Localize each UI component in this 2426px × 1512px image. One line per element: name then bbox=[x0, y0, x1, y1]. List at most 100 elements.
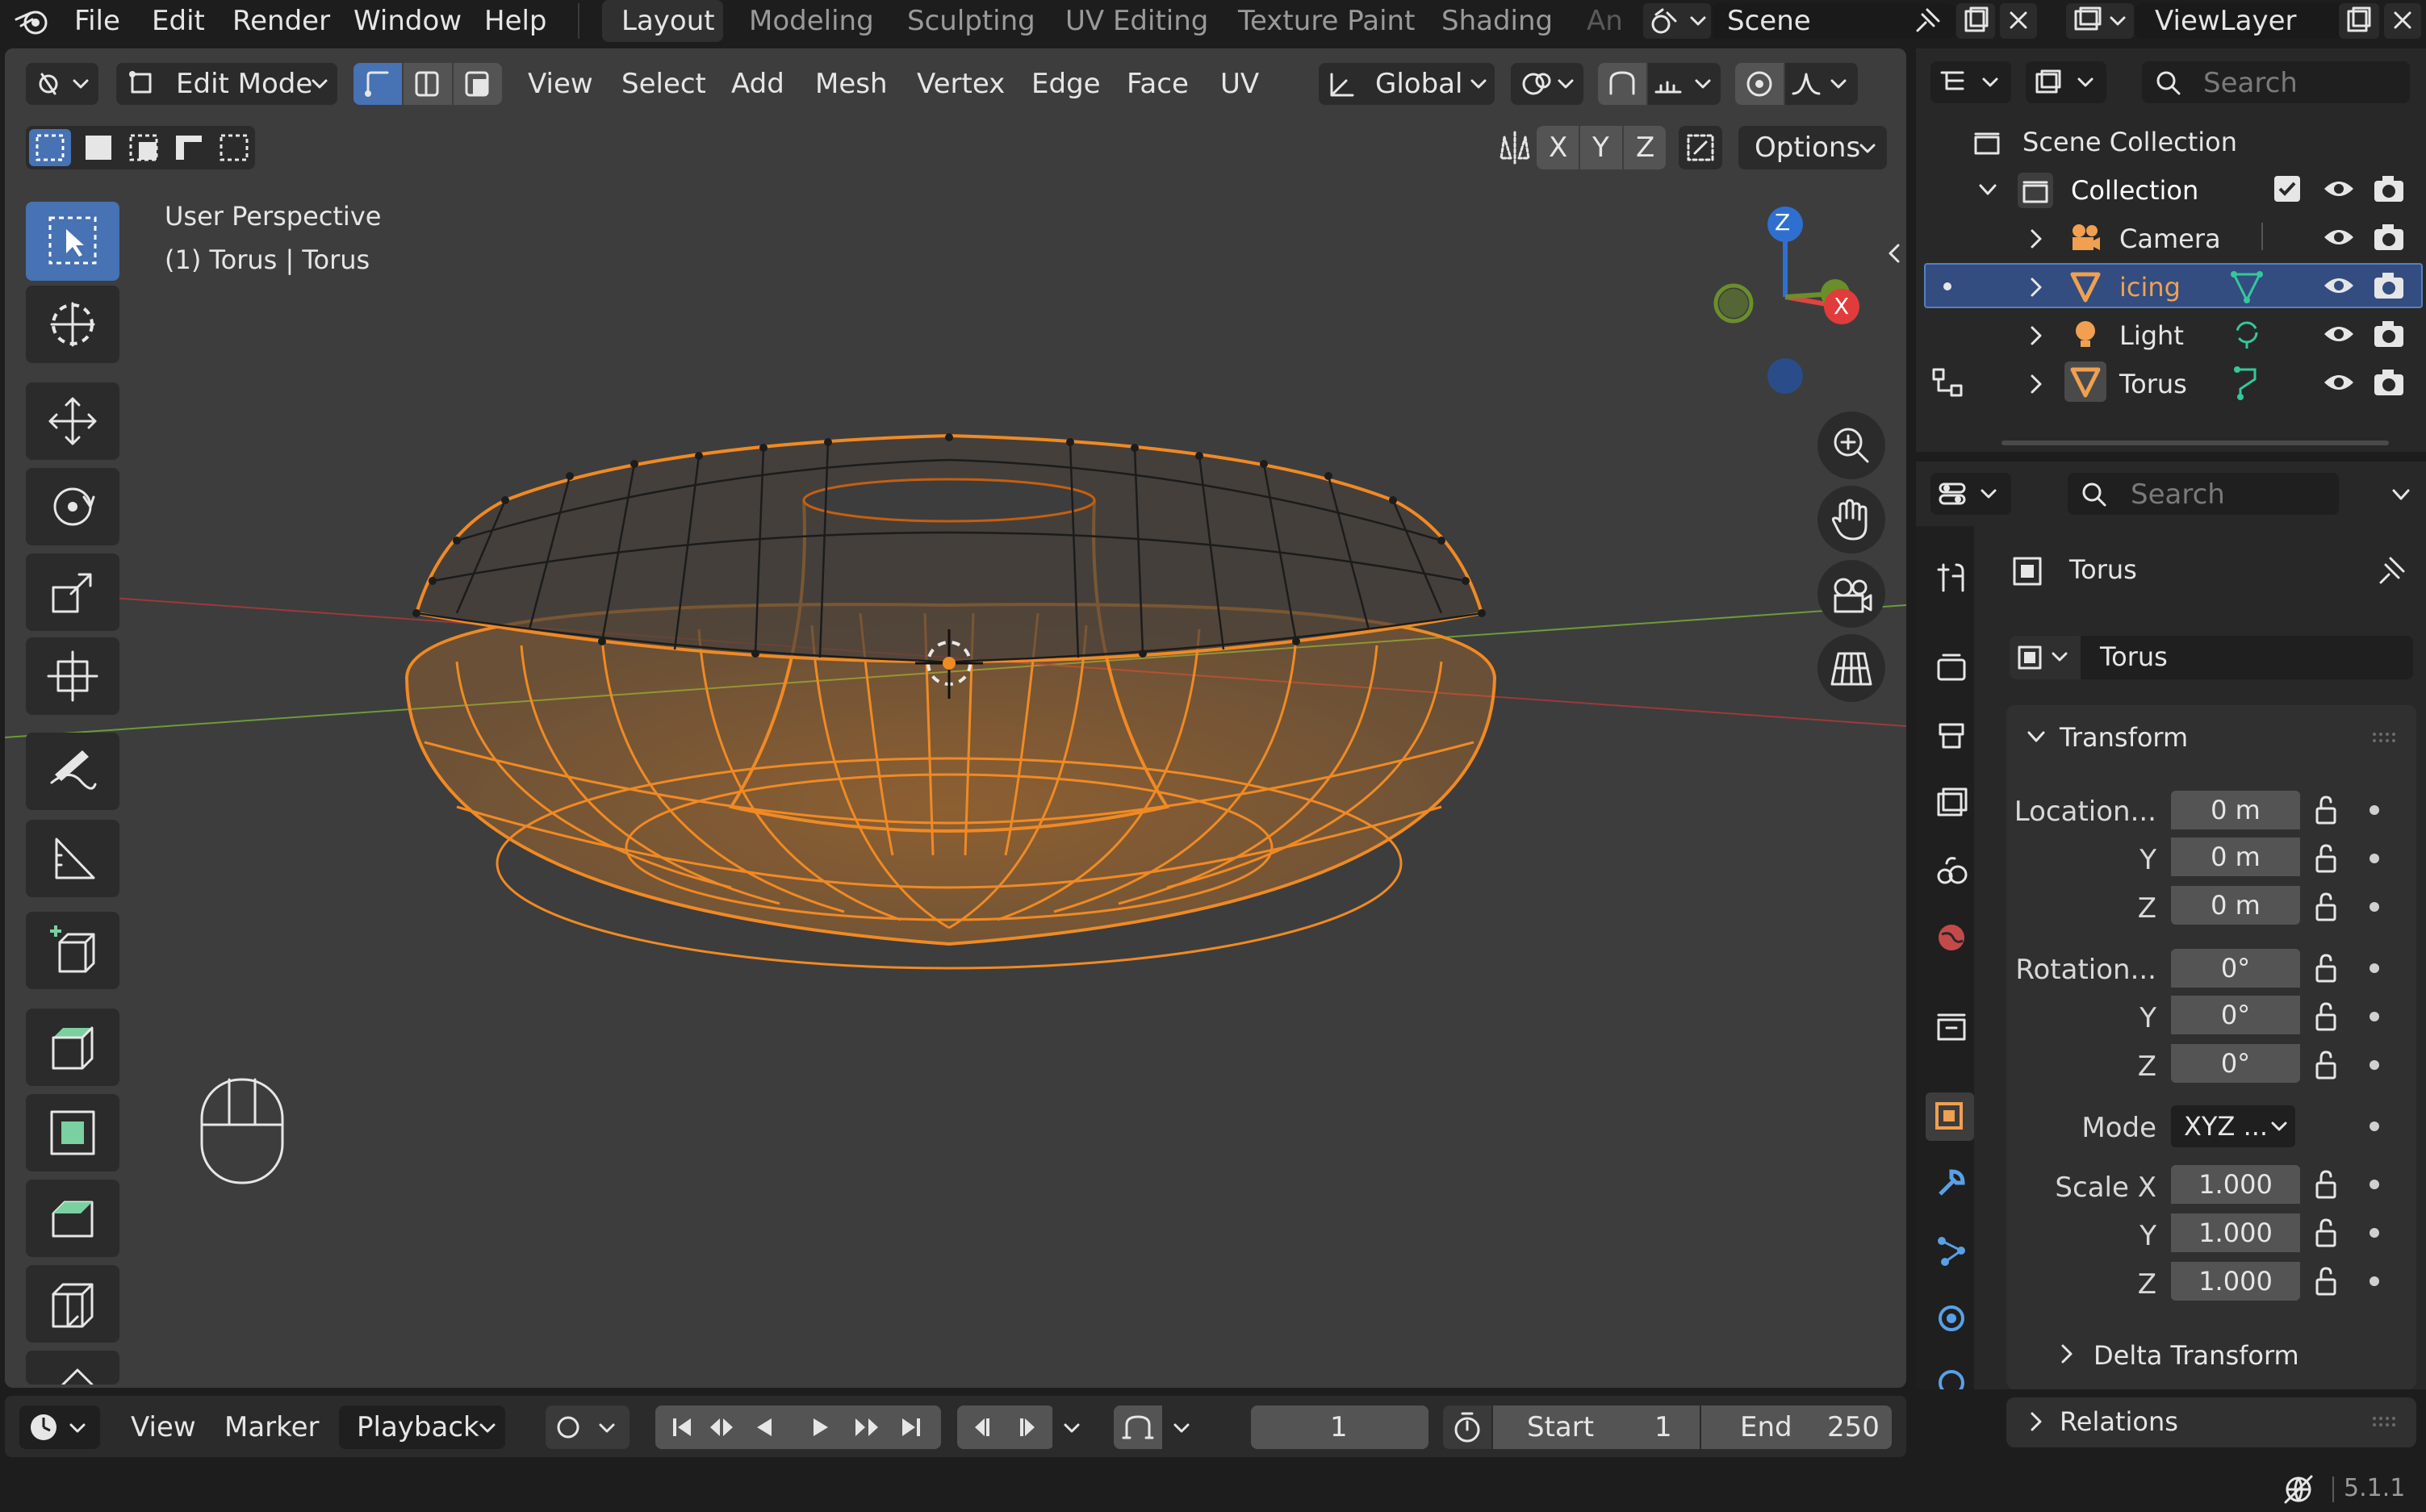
view-layer-tab-icon[interactable] bbox=[1934, 784, 1969, 820]
tool-extrude[interactable] bbox=[26, 1009, 119, 1086]
torus-mesh-data-icon[interactable] bbox=[2229, 365, 2265, 400]
zoom-button[interactable] bbox=[1817, 411, 1885, 479]
relations-expand-icon[interactable] bbox=[2026, 1410, 2045, 1433]
scale-y-field[interactable]: 1.000 bbox=[2171, 1213, 2300, 1252]
tab-animation[interactable]: An bbox=[1587, 7, 1623, 35]
torus-render-icon[interactable] bbox=[2371, 365, 2407, 400]
expand-light-icon[interactable] bbox=[2026, 324, 2045, 347]
tab-sculpting[interactable]: Sculpting bbox=[907, 7, 1035, 35]
tab-uv-editing[interactable]: UV Editing bbox=[1065, 7, 1208, 35]
icing-mesh-data-icon[interactable] bbox=[2229, 268, 2265, 303]
mirror-icon[interactable] bbox=[1493, 126, 1537, 169]
auto-keying-button[interactable] bbox=[546, 1405, 630, 1449]
menu-edit[interactable]: Edit bbox=[152, 7, 205, 35]
camera-view-button[interactable] bbox=[1817, 560, 1885, 628]
rotation-z-lock-icon[interactable] bbox=[2313, 1049, 2339, 1081]
light-render-icon[interactable] bbox=[2371, 316, 2407, 352]
tool-loop-cut[interactable] bbox=[26, 1265, 119, 1343]
pan-button[interactable] bbox=[1817, 486, 1885, 553]
tool-bevel[interactable] bbox=[26, 1180, 119, 1257]
location-x-lock-icon[interactable] bbox=[2313, 794, 2339, 826]
rotation-y-lock-icon[interactable] bbox=[2313, 1000, 2339, 1033]
expand-camera-icon[interactable] bbox=[2026, 228, 2045, 250]
snap-toggle-icon[interactable] bbox=[1598, 63, 1646, 105]
falloff-icon[interactable] bbox=[1785, 63, 1858, 105]
snap-target-icon[interactable] bbox=[1648, 63, 1721, 105]
location-z-keyframe-dot[interactable] bbox=[2370, 902, 2379, 912]
properties-options-icon[interactable] bbox=[2389, 482, 2413, 507]
scene-collection-label[interactable]: Scene Collection bbox=[2022, 129, 2237, 155]
light-data-icon[interactable] bbox=[2229, 316, 2265, 352]
icing-render-icon[interactable] bbox=[2371, 268, 2407, 303]
drag-handle-icon[interactable] bbox=[2371, 729, 2399, 746]
perspective-toggle-button[interactable] bbox=[1817, 634, 1885, 702]
snapping-dropdown[interactable] bbox=[1162, 1405, 1204, 1449]
tool-transform[interactable] bbox=[26, 637, 119, 715]
transform-panel-title[interactable]: Transform bbox=[2060, 725, 2188, 750]
proportional-edit-icon[interactable] bbox=[1735, 63, 1784, 105]
editor-type-button[interactable] bbox=[26, 63, 98, 105]
scene-tab-icon[interactable] bbox=[1934, 852, 1969, 888]
camera-render-icon[interactable] bbox=[2371, 219, 2407, 255]
keyframe-jump-controls[interactable] bbox=[957, 1405, 1054, 1449]
scale-x-field[interactable]: 1.000 bbox=[2171, 1165, 2300, 1204]
scale-z-keyframe-dot[interactable] bbox=[2370, 1276, 2379, 1286]
pivot-point-icon[interactable] bbox=[1511, 63, 1583, 105]
tool-inset[interactable] bbox=[26, 1094, 119, 1172]
outliner-display-mode[interactable] bbox=[1930, 61, 2011, 103]
tool-knife[interactable] bbox=[26, 1351, 119, 1385]
outliner-filter[interactable] bbox=[2026, 61, 2106, 103]
location-z-lock-icon[interactable] bbox=[2313, 891, 2339, 923]
scale-z-lock-icon[interactable] bbox=[2313, 1265, 2339, 1297]
scale-x-keyframe-dot[interactable] bbox=[2370, 1180, 2379, 1189]
new-view-layer-icon[interactable] bbox=[2339, 3, 2379, 39]
scene-icon[interactable] bbox=[1643, 3, 1711, 39]
modifier-tab-icon[interactable] bbox=[1934, 1165, 1969, 1201]
menu-window[interactable]: Window bbox=[353, 7, 462, 35]
timeline-menu-marker[interactable]: Marker bbox=[224, 1414, 320, 1441]
sidebar-toggle-icon[interactable] bbox=[1884, 239, 1903, 268]
render-tab-icon[interactable] bbox=[1934, 650, 1969, 686]
icing-visibility-eye-icon[interactable] bbox=[2321, 271, 2357, 300]
menu-render[interactable]: Render bbox=[232, 7, 330, 35]
rotation-y-field[interactable]: 0° bbox=[2171, 996, 2300, 1034]
vertex-select-button[interactable] bbox=[353, 63, 402, 105]
tool-measure[interactable] bbox=[26, 820, 119, 897]
world-tab-icon[interactable] bbox=[1934, 920, 1969, 955]
blender-logo-icon[interactable] bbox=[13, 5, 52, 37]
pin-icon[interactable] bbox=[1911, 6, 1943, 36]
object-tab-icon[interactable] bbox=[1926, 1092, 1974, 1141]
menu-help[interactable]: Help bbox=[484, 7, 547, 35]
rotation-z-field[interactable]: 0° bbox=[2171, 1044, 2300, 1083]
physics-tab-icon[interactable] bbox=[1934, 1301, 1969, 1336]
rotation-mode-keyframe-dot[interactable] bbox=[2370, 1121, 2379, 1131]
location-y-keyframe-dot[interactable] bbox=[2370, 854, 2379, 863]
delete-view-layer-icon[interactable] bbox=[2384, 3, 2421, 39]
menu-face[interactable]: Face bbox=[1127, 70, 1189, 98]
delta-transform-expand-icon[interactable] bbox=[2056, 1343, 2076, 1365]
keyframe-type-dropdown[interactable] bbox=[1052, 1405, 1094, 1449]
location-y-lock-icon[interactable] bbox=[2313, 842, 2339, 875]
tab-texture-paint[interactable]: Texture Paint bbox=[1238, 7, 1415, 35]
preview-range-icon[interactable] bbox=[1443, 1405, 1491, 1449]
particles-tab-icon[interactable] bbox=[1934, 1233, 1969, 1268]
tool-cursor[interactable] bbox=[26, 286, 119, 363]
rotation-x-lock-icon[interactable] bbox=[2313, 952, 2339, 984]
face-select-button[interactable] bbox=[454, 63, 502, 105]
datablock-browse-icon[interactable] bbox=[2010, 636, 2081, 679]
location-z-field[interactable]: 0 m bbox=[2171, 886, 2300, 925]
rotation-y-keyframe-dot[interactable] bbox=[2370, 1012, 2379, 1021]
collection-expand-icon[interactable] bbox=[1976, 178, 2000, 202]
tool-tab-icon[interactable] bbox=[1934, 560, 1969, 595]
menu-add[interactable]: Add bbox=[731, 70, 784, 98]
tab-shading[interactable]: Shading bbox=[1441, 7, 1553, 35]
delta-transform-subpanel[interactable]: Delta Transform bbox=[2093, 1343, 2299, 1368]
scale-y-keyframe-dot[interactable] bbox=[2370, 1228, 2379, 1238]
output-tab-icon[interactable] bbox=[1934, 716, 1969, 752]
collection-tab-icon[interactable] bbox=[1934, 1009, 1969, 1044]
location-y-field[interactable]: 0 m bbox=[2171, 837, 2300, 876]
properties-editor-type[interactable] bbox=[1930, 473, 2011, 515]
menu-edge[interactable]: Edge bbox=[1031, 70, 1101, 98]
scale-x-lock-icon[interactable] bbox=[2313, 1168, 2339, 1201]
menu-uv[interactable]: UV bbox=[1220, 70, 1259, 98]
